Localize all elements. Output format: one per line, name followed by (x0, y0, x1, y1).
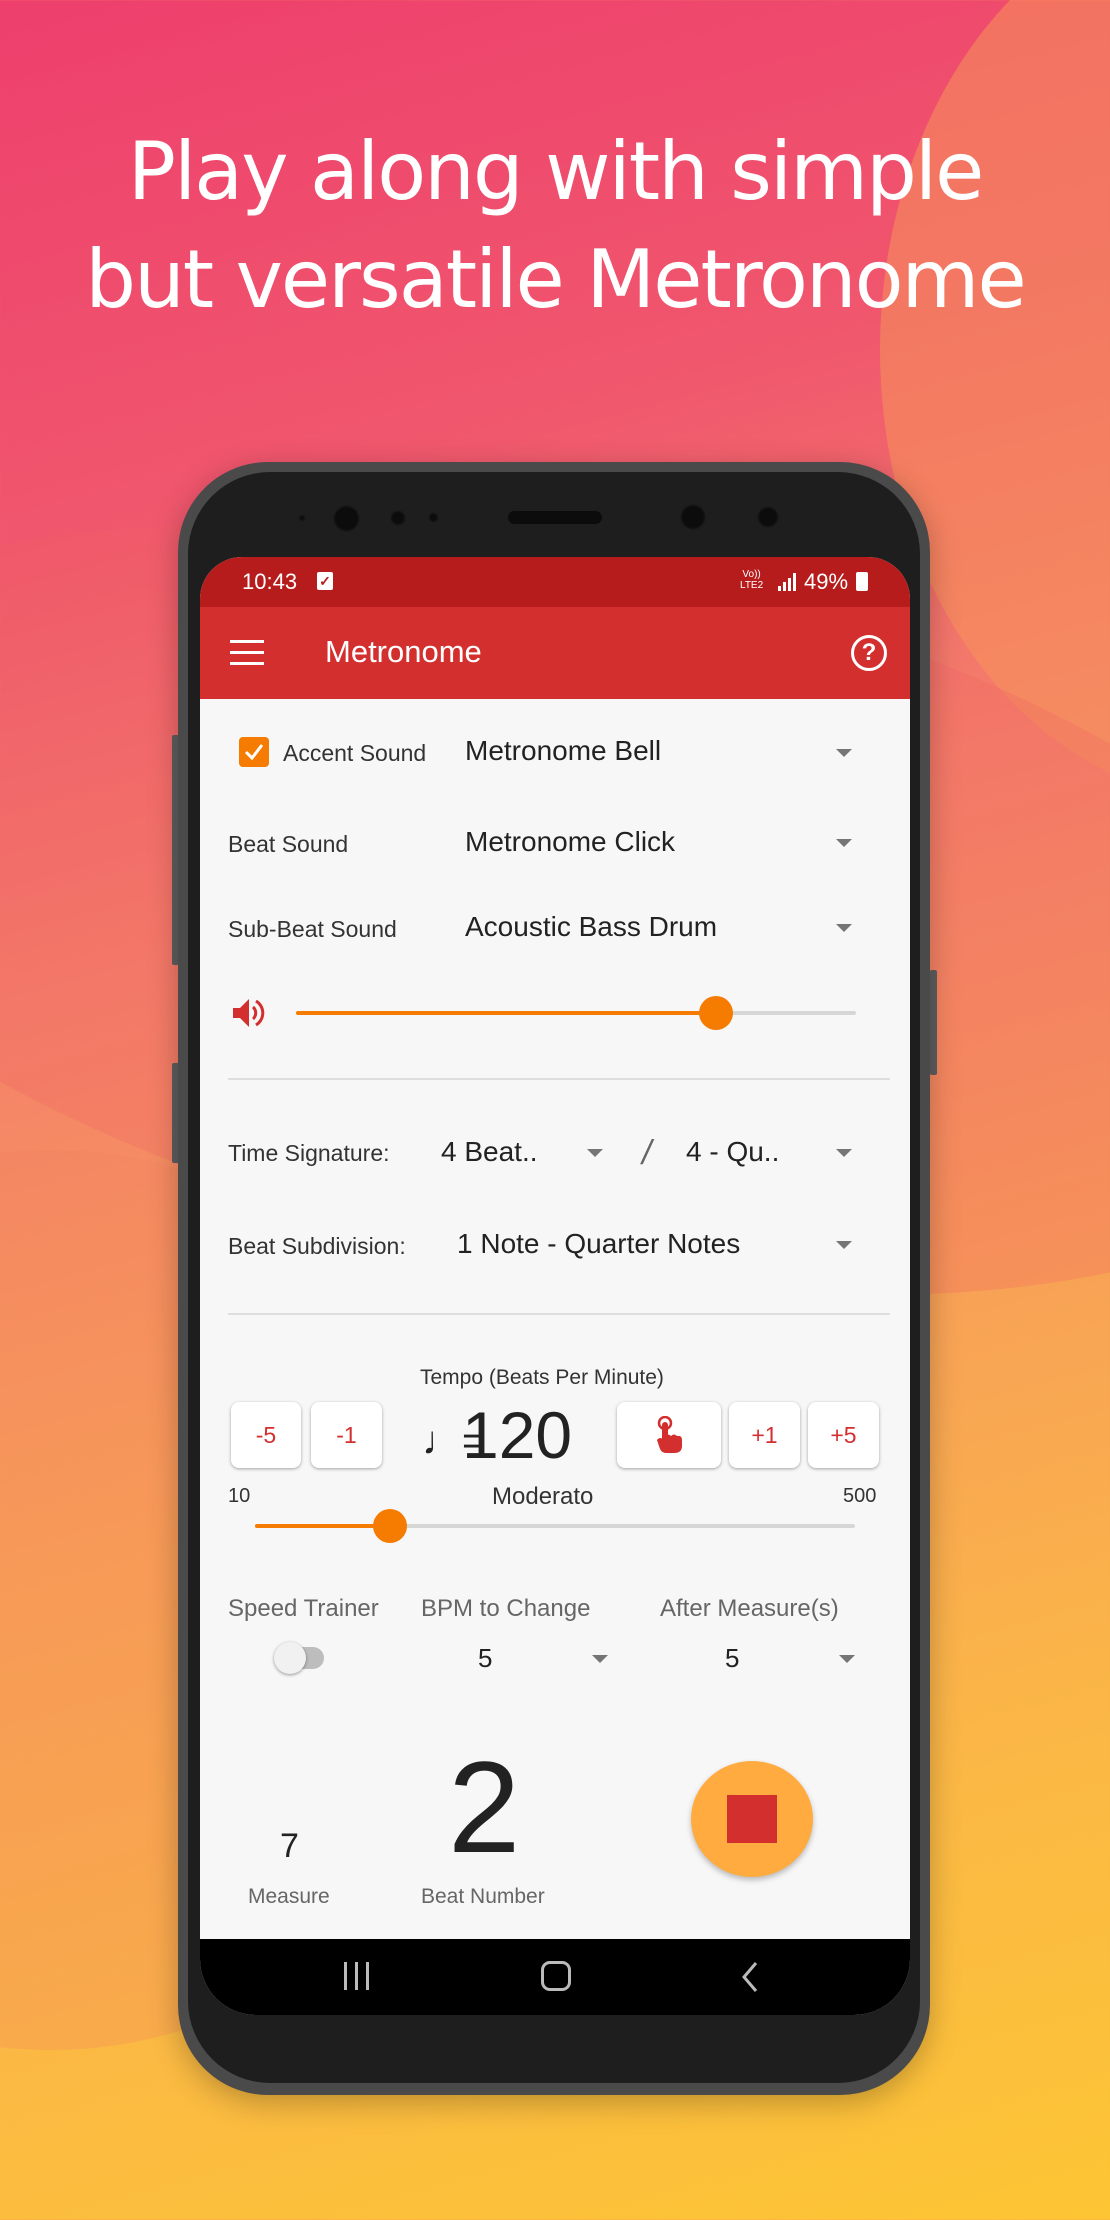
lte-label: LTE2 (740, 580, 764, 591)
sub-beat-sound-dropdown[interactable]: Acoustic Bass Drum (350, 894, 890, 960)
chevron-down-icon (836, 749, 852, 757)
app-bar: Metronome ? (200, 607, 910, 699)
beat-number-value: 2 (448, 1734, 521, 1880)
front-camera-icon (333, 505, 360, 532)
tempo-minus-5-button[interactable]: -5 (231, 1402, 301, 1468)
chevron-down-icon (836, 1241, 852, 1249)
chevron-down-icon (836, 839, 852, 847)
measure-label: Measure (248, 1885, 330, 1908)
hamburger-menu-icon[interactable] (230, 640, 264, 666)
beat-sound-dropdown[interactable]: Metronome Click (350, 809, 890, 875)
signal-bars-icon (778, 573, 798, 591)
chevron-down-icon (592, 1655, 608, 1663)
tempo-marking: Moderato (492, 1483, 594, 1510)
tempo-plus-1-button[interactable]: +1 (729, 1402, 800, 1468)
tap-finger-icon (657, 1415, 682, 1453)
after-measures-value: 5 (725, 1643, 740, 1673)
bpm-to-change-dropdown[interactable]: 5 (410, 1635, 625, 1685)
metronome-settings: Accent Sound Metronome Bell Beat Sound M… (200, 699, 910, 1939)
chevron-down-icon (836, 924, 852, 932)
start-stop-button[interactable] (691, 1761, 813, 1877)
sensor-icon (298, 514, 306, 522)
battery-charging-icon (856, 572, 868, 591)
beat-subdivision-value: 1 Note - Quarter Notes (457, 1228, 741, 1259)
phone-screen: 10:43 ✓ Vo)) LTE2 49% Metronome ? Accent… (200, 557, 910, 2015)
time-signature-note-value: 4 - Qu.. (686, 1136, 780, 1167)
speed-trainer-label: Speed Trainer (228, 1595, 379, 1622)
tempo-slider-thumb[interactable] (372, 1509, 407, 1543)
headline-line-1: Play along with simple (127, 125, 985, 218)
volume-slider-fill (296, 1011, 716, 1015)
beat-subdivision-label: Beat Subdivision: (228, 1233, 406, 1259)
headline-line-2: but versatile Metronome (85, 233, 1026, 326)
after-measures-dropdown[interactable]: 5 (655, 1635, 875, 1685)
tempo-slider-fill (255, 1524, 390, 1528)
section-divider (228, 1078, 890, 1080)
promo-headline: Play along with simple but versatile Met… (0, 118, 1110, 334)
beat-sound-value: Metronome Click (465, 826, 676, 857)
back-icon[interactable] (740, 1961, 760, 1993)
tempo-label: Tempo (Beats Per Minute) (420, 1366, 664, 1389)
section-divider (228, 1313, 890, 1315)
time-signature-beats-value: 4 Beat.. (441, 1136, 538, 1167)
chevron-down-icon (587, 1149, 603, 1157)
checkmark-icon (244, 744, 264, 761)
time-signature-note-dropdown[interactable]: 4 - Qu.. (680, 1119, 890, 1185)
accent-sound-value: Metronome Bell (465, 735, 662, 766)
speed-trainer-switch[interactable] (272, 1640, 332, 1676)
beat-subdivision-dropdown[interactable]: 1 Note - Quarter Notes (450, 1211, 890, 1277)
speaker-volume-icon (233, 999, 265, 1027)
status-time: 10:43 (242, 569, 298, 594)
iris-camera-icon (680, 504, 706, 530)
iris-sensor-icon (757, 506, 779, 528)
time-signature-separator: / (642, 1134, 652, 1172)
time-signature-beats-dropdown[interactable]: 4 Beat.. (435, 1119, 615, 1185)
recent-apps-icon[interactable] (343, 1962, 371, 1990)
after-measures-label: After Measure(s) (660, 1595, 839, 1622)
bpm-to-change-label: BPM to Change (421, 1595, 591, 1622)
help-circle-icon[interactable]: ? (851, 635, 887, 671)
sub-beat-sound-value: Acoustic Bass Drum (465, 911, 718, 942)
checkbox-notification-icon: ✓ (317, 572, 333, 590)
sensor-icon (428, 512, 439, 523)
measure-value: 7 (280, 1827, 299, 1865)
tempo-max-label: 500 (843, 1485, 877, 1507)
network-type-indicator: Vo)) LTE2 (740, 569, 763, 591)
status-bar: 10:43 ✓ Vo)) LTE2 49% (200, 557, 910, 607)
accent-sound-dropdown[interactable]: Metronome Bell (350, 719, 890, 785)
battery-percent: 49% (804, 569, 849, 594)
volte-label: Vo)) (742, 569, 761, 580)
chevron-down-icon (839, 1655, 855, 1663)
home-icon[interactable] (541, 1961, 571, 1991)
tempo-slider[interactable] (255, 1509, 855, 1543)
chevron-down-icon (836, 1149, 852, 1157)
sensor-icon (390, 510, 406, 526)
system-nav-bar (200, 1939, 910, 2015)
tap-tempo-button[interactable] (617, 1402, 721, 1468)
accent-sound-checkbox[interactable] (239, 737, 269, 767)
bpm-to-change-value: 5 (478, 1643, 493, 1673)
stop-icon (727, 1795, 777, 1843)
phone-power-button (930, 970, 937, 1075)
bpm-value: 120 (462, 1398, 573, 1472)
time-signature-label: Time Signature: (228, 1140, 390, 1166)
switch-thumb (274, 1642, 306, 1674)
tempo-min-label: 10 (228, 1485, 251, 1507)
tempo-plus-5-button[interactable]: +5 (808, 1402, 879, 1468)
volume-slider[interactable] (296, 996, 856, 1030)
beat-number-label: Beat Number (421, 1885, 545, 1908)
earpiece-speaker (508, 511, 602, 524)
tempo-minus-1-button[interactable]: -1 (311, 1402, 382, 1468)
volume-slider-thumb[interactable] (699, 996, 733, 1030)
beat-sound-label: Beat Sound (228, 831, 349, 857)
app-title: Metronome (325, 634, 482, 669)
